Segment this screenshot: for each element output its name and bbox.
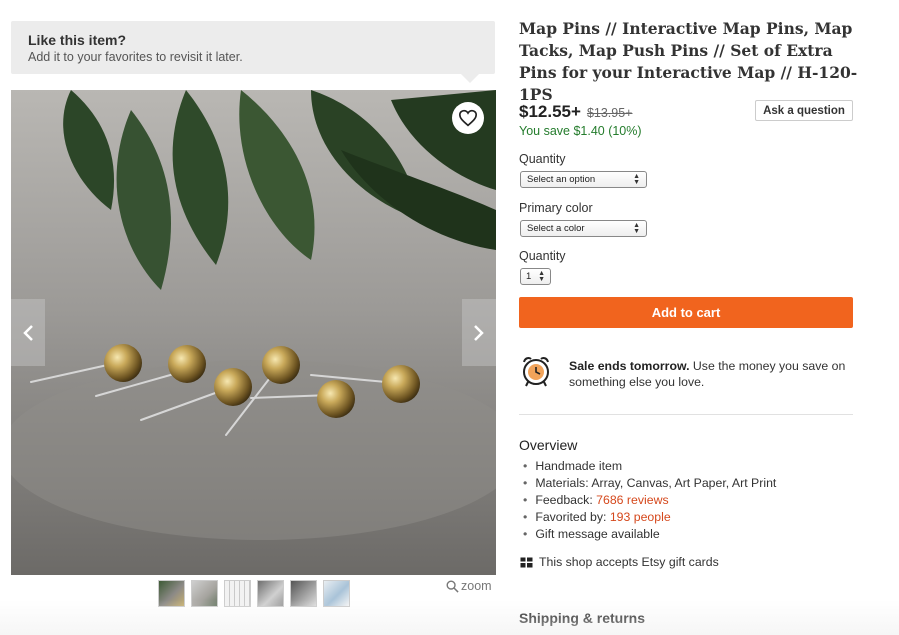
overview-list: Handmade item Materials: Array, Canvas, … [523, 458, 776, 543]
select-arrows-icon: ▲ ▼ [633, 221, 640, 235]
materials-text: Materials: Array, Canvas, Art Paper, Art… [535, 476, 777, 490]
chevron-left-icon [23, 324, 33, 341]
quantity-value: 1 [526, 271, 532, 282]
gift-cards-notice: This shop accepts Etsy gift cards [520, 555, 719, 569]
list-item: Gift message available [523, 526, 776, 543]
list-item: Handmade item [523, 458, 776, 475]
product-photo [11, 90, 496, 575]
product-title: Map Pins // Interactive Map Pins, Map Ta… [519, 19, 858, 104]
quantity-label: Quantity [519, 249, 566, 263]
primary-color-value: Select a color [527, 223, 585, 234]
quantity-option-label: Quantity [519, 152, 566, 166]
quantity-option-select[interactable]: Select an option ▲ ▼ [520, 171, 647, 188]
product-details: Map Pins // Interactive Map Pins, Map Ta… [519, 18, 857, 626]
next-image-button[interactable] [462, 299, 496, 366]
quantity-stepper[interactable]: 1 ▲ ▼ [520, 268, 551, 285]
divider [519, 414, 853, 415]
ask-question-button[interactable]: Ask a question [755, 100, 853, 121]
list-item: Materials: Array, Canvas, Art Paper, Art… [523, 475, 776, 492]
zoom-button[interactable]: zoom [446, 579, 492, 593]
handmade-text: Handmade item [535, 459, 623, 473]
select-arrows-icon: ▲ ▼ [633, 172, 640, 186]
current-price: $12.55+ [519, 102, 581, 121]
sale-bold-text: Sale ends tomorrow. [569, 359, 690, 373]
thumbnail-2[interactable] [191, 580, 218, 607]
alarm-clock-icon [523, 357, 549, 387]
favorited-label: Favorited by: [535, 510, 610, 524]
bottom-fade [0, 600, 899, 635]
thumbnail-5[interactable] [290, 580, 317, 607]
chevron-right-icon [474, 324, 484, 341]
primary-color-select[interactable]: Select a color ▲ ▼ [520, 220, 647, 237]
gift-cards-text: This shop accepts Etsy gift cards [539, 555, 719, 569]
thumbnail-strip [158, 580, 350, 607]
product-image[interactable] [11, 90, 496, 575]
shipping-returns-heading[interactable]: Shipping & returns [519, 610, 645, 626]
thumbnail-1[interactable] [158, 580, 185, 607]
thumbnail-4[interactable] [257, 580, 284, 607]
gift-card-icon [520, 557, 533, 567]
favorite-button[interactable] [452, 102, 484, 134]
heart-icon [458, 109, 478, 127]
favorites-tooltip-title: Like this item? [28, 32, 127, 48]
thumbnail-3[interactable] [224, 580, 251, 607]
list-item: Favorited by: 193 people [523, 509, 776, 526]
list-item: Feedback: 7686 reviews [523, 492, 776, 509]
previous-image-button[interactable] [11, 299, 45, 366]
zoom-label: zoom [461, 579, 492, 593]
overview-heading: Overview [519, 437, 578, 453]
primary-color-label: Primary color [519, 201, 593, 215]
select-arrows-icon: ▲ ▼ [538, 269, 545, 283]
quantity-option-value: Select an option [527, 174, 596, 185]
favorites-tooltip: Like this item? Add it to your favorites… [11, 21, 495, 83]
sale-notice: Sale ends tomorrow. Use the money you sa… [519, 354, 853, 390]
favorites-tooltip-subtitle: Add it to your favorites to revisit it l… [28, 50, 243, 64]
magnifier-icon [446, 580, 459, 593]
gift-message-text: Gift message available [535, 527, 660, 541]
favorited-people-link[interactable]: 193 people [610, 510, 671, 524]
price-row: $12.55+ $13.95+ [519, 102, 632, 122]
savings-text: You save $1.40 (10%) [519, 124, 642, 138]
thumbnail-6[interactable] [323, 580, 350, 607]
reviews-link[interactable]: 7686 reviews [596, 493, 668, 507]
sale-text: Sale ends tomorrow. Use the money you sa… [569, 354, 853, 390]
original-price: $13.95+ [586, 106, 633, 120]
add-to-cart-button[interactable]: Add to cart [519, 297, 853, 328]
feedback-label: Feedback: [535, 493, 597, 507]
